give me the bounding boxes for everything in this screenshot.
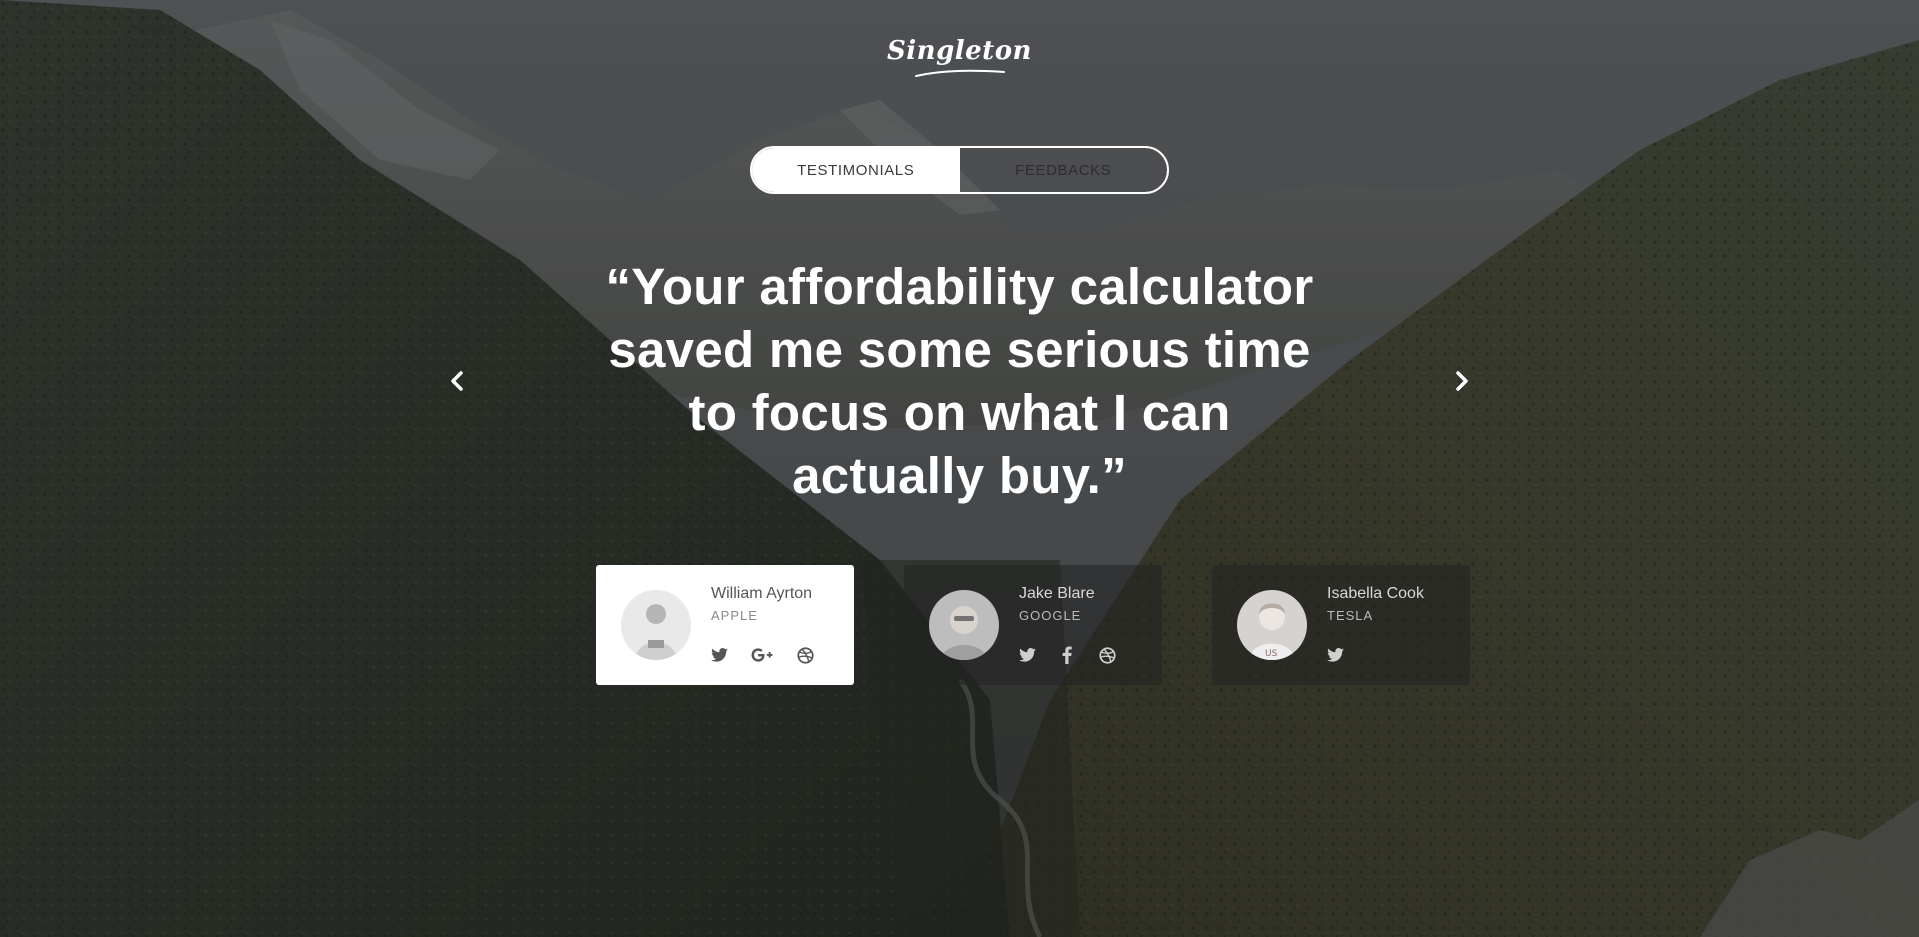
previous-button[interactable] [445, 366, 469, 396]
facebook-icon [1062, 646, 1072, 664]
person-name: Jake Blare [1019, 585, 1095, 602]
social-links [708, 645, 837, 665]
quote-line: to focus on what I can [688, 384, 1231, 441]
chevron-right-icon [1456, 371, 1468, 391]
twitter-link[interactable] [708, 645, 730, 665]
social-links [1324, 645, 1364, 665]
dribbble-link[interactable] [1096, 645, 1118, 665]
testimonial-card-jake-blare[interactable]: Jake Blare GOOGLE [904, 565, 1162, 685]
logo-text: Singleton [887, 36, 1032, 66]
avatar: US [1237, 590, 1307, 660]
testimonial-card-isabella-cook[interactable]: US Isabella Cook TESLA [1212, 565, 1470, 685]
facebook-link[interactable] [1056, 645, 1078, 665]
logo-swash-icon [914, 69, 1005, 77]
next-button[interactable] [1450, 366, 1474, 396]
twitter-link[interactable] [1016, 645, 1038, 665]
quote-line: “Your affordability calculator [605, 258, 1314, 315]
tab-testimonials[interactable]: TESTIMONIALS [752, 148, 960, 192]
google-plus-icon [751, 648, 773, 662]
person-name: Isabella Cook [1327, 585, 1424, 602]
dribbble-icon [1098, 646, 1116, 664]
person-company: APPLE [711, 608, 758, 623]
quote-line: saved me some serious time [608, 321, 1311, 378]
person-name: William Ayrton [711, 585, 813, 602]
google-plus-link[interactable] [751, 645, 773, 665]
dribbble-icon [796, 646, 814, 664]
avatar [621, 590, 691, 660]
testimonials-page: Singleton TESTIMONIALS FEEDBACKS “Your a… [0, 0, 1919, 937]
social-links [1016, 645, 1136, 665]
person-company: GOOGLE [1019, 608, 1082, 623]
testimonial-card-william-ayrton[interactable]: William Ayrton APPLE [596, 565, 854, 685]
dribbble-link[interactable] [794, 645, 816, 665]
person-company: TESLA [1327, 608, 1374, 623]
twitter-icon [710, 648, 728, 662]
chevron-left-icon [451, 371, 463, 391]
quote-line: actually buy.” [792, 447, 1127, 504]
testimonial-tabs: TESTIMONIALS FEEDBACKS [750, 146, 1169, 194]
testimonial-quote: “Your affordability calculator saved me … [500, 255, 1419, 507]
twitter-icon [1018, 648, 1036, 662]
twitter-icon [1326, 648, 1344, 662]
tab-feedbacks[interactable]: FEEDBACKS [960, 148, 1168, 192]
twitter-link[interactable] [1324, 645, 1346, 665]
svg-text:US: US [1265, 649, 1278, 659]
avatar [929, 590, 999, 660]
brand-logo[interactable]: Singleton [0, 36, 1919, 78]
